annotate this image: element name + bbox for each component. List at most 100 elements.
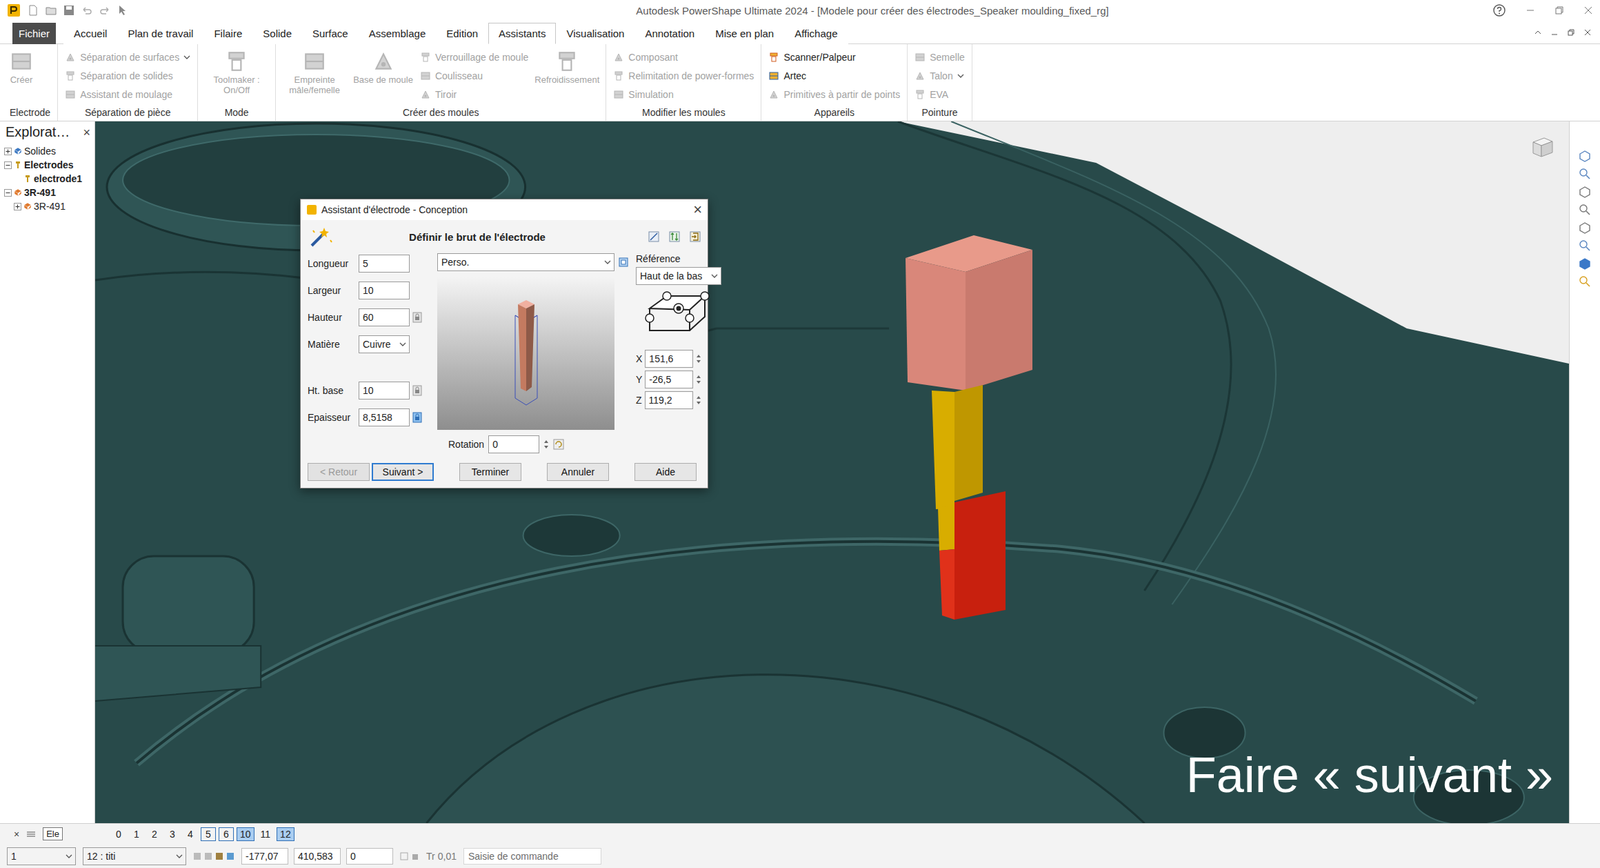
lock-icon[interactable] — [412, 384, 423, 396]
ribbon-tab[interactable]: Assistants — [488, 22, 556, 45]
ribbon-tab[interactable]: Filaire — [203, 22, 253, 45]
swap-arrows-icon[interactable] — [668, 231, 680, 243]
ribbon-button[interactable]: Relimitation de power-formes — [613, 66, 754, 85]
ribbon-button[interactable]: Composant — [613, 48, 754, 67]
dropdown-arrow-icon[interactable] — [65, 852, 73, 860]
ribbon-tab[interactable]: Annotation — [634, 22, 705, 45]
rotation-input[interactable]: 0 — [488, 435, 540, 454]
minimize-icon[interactable] — [1525, 5, 1536, 16]
spinner-icon[interactable] — [695, 351, 702, 366]
view-tool-icon[interactable] — [1577, 256, 1592, 271]
ribbon-tab[interactable]: Mise en plan — [704, 22, 785, 45]
dropdown-arrow-icon[interactable] — [175, 852, 183, 860]
dropdown-arrow-icon[interactable] — [711, 272, 718, 280]
view-cube-icon[interactable] — [1528, 133, 1557, 162]
view-tool-icon[interactable] — [1577, 274, 1592, 289]
ribbon-tab[interactable]: Edition — [435, 22, 489, 45]
dialog-close[interactable]: × — [693, 202, 703, 218]
reference-point-icon[interactable] — [635, 287, 712, 347]
ribbon-tab[interactable]: Solide — [252, 22, 303, 45]
ribbon-button[interactable]: Toolmaker : On/Off — [204, 48, 269, 96]
level-button[interactable]: 6 — [218, 826, 234, 841]
ribbon-tab[interactable]: Accueil — [63, 22, 118, 45]
view-tool-icon[interactable] — [1577, 238, 1592, 253]
ribbon-tab[interactable]: Plan de travail — [117, 22, 204, 45]
lock-icon[interactable] — [412, 311, 423, 323]
tree-item[interactable]: 3R-491 — [0, 185, 95, 200]
ribbon-button[interactable]: Scanner/Palpeur — [768, 48, 900, 67]
tree-item[interactable]: 3R-491 — [0, 199, 95, 214]
tree-item[interactable]: Solides — [0, 144, 95, 158]
ribbon-button[interactable]: Créer — [9, 48, 34, 86]
level-icon[interactable] — [26, 828, 36, 839]
lock-icon[interactable] — [412, 411, 423, 423]
field-input[interactable]: 8,5158 — [358, 408, 410, 427]
ribbon-button[interactable]: EVA — [914, 85, 965, 104]
dialog-button[interactable]: Terminer — [459, 462, 522, 481]
collapse-icon[interactable] — [4, 161, 12, 169]
doc-minimize-icon[interactable] — [1550, 28, 1559, 37]
dialog-button[interactable]: Suivant > — [371, 462, 434, 481]
ribbon-button[interactable]: Semelle — [914, 48, 965, 67]
new-file-icon[interactable] — [27, 4, 39, 16]
level-bar-close[interactable]: × — [13, 828, 20, 839]
level-select[interactable]: 1 — [6, 846, 76, 865]
collapse-icon[interactable] — [4, 188, 12, 197]
view-tool-icon[interactable] — [1577, 166, 1592, 181]
dropdown-arrow-icon[interactable] — [957, 72, 965, 80]
ribbon-button[interactable]: Primitives à partir de points — [768, 85, 900, 104]
ribbon-button[interactable]: Verrouillage de moule — [420, 48, 529, 67]
reference-select[interactable]: Haut de la bas — [635, 266, 722, 285]
level-button[interactable]: 12 — [276, 826, 295, 841]
ribbon-tab[interactable]: Affichage — [784, 22, 848, 45]
grid-icon[interactable] — [400, 851, 409, 860]
coordinate-input[interactable]: -26,5 — [644, 370, 694, 389]
status-tool-icon[interactable] — [204, 851, 213, 860]
file-tab[interactable]: Fichier — [12, 22, 56, 45]
ribbon-tab[interactable]: Surface — [302, 22, 359, 45]
tree-item[interactable]: Electrodes — [0, 157, 95, 172]
ribbon-button[interactable]: Base de moule — [353, 48, 414, 86]
app-logo-icon[interactable] — [6, 3, 21, 18]
status-tool-icon[interactable] — [193, 851, 202, 860]
ribbon-button[interactable]: Assistant de moulage — [64, 85, 191, 104]
expand-icon[interactable] — [13, 202, 22, 211]
electrode-model[interactable] — [902, 231, 1040, 632]
ribbon-tab[interactable]: Visualisation — [555, 22, 635, 45]
redo-icon[interactable] — [99, 4, 111, 16]
open-folder-icon[interactable] — [45, 4, 57, 16]
view-tool-icon[interactable] — [1577, 148, 1592, 163]
doc-restore-icon[interactable] — [1566, 28, 1576, 37]
coordinate-input[interactable]: 119,2 — [644, 391, 694, 409]
status-tool-icon[interactable] — [226, 851, 235, 860]
3d-viewport[interactable]: Faire « suivant »Assistant d'électrode -… — [95, 121, 1569, 823]
level-button[interactable]: 5 — [200, 826, 216, 841]
level-button[interactable]: 0 — [111, 826, 127, 841]
restore-icon[interactable] — [1554, 5, 1565, 16]
level-name-field[interactable]: Ele — [42, 826, 63, 840]
expand-icon[interactable] — [4, 147, 12, 156]
preset-select[interactable]: Perso. — [437, 253, 615, 272]
ribbon-button[interactable]: Coulisseau — [420, 66, 529, 85]
view-tool-icon[interactable] — [1577, 202, 1592, 217]
level-button[interactable]: 11 — [257, 826, 275, 841]
field-input[interactable]: 10 — [358, 281, 410, 300]
command-input[interactable]: Saisie de commande — [463, 847, 602, 865]
ribbon-button[interactable]: Simulation — [613, 85, 754, 104]
spinner-icon[interactable] — [695, 393, 702, 407]
doc-close-icon[interactable] — [1583, 28, 1592, 37]
status-tool-icon[interactable] — [215, 851, 224, 860]
ribbon-button[interactable]: Tiroir — [420, 85, 529, 104]
material-select[interactable]: Cuivre — [358, 335, 410, 354]
level-button[interactable]: 2 — [146, 826, 163, 841]
save-icon[interactable] — [63, 4, 75, 16]
trash-icon[interactable] — [411, 851, 420, 860]
field-input[interactable]: 60 — [358, 308, 410, 327]
dialog-button[interactable]: Aide — [634, 462, 697, 481]
field-input[interactable]: 5 — [358, 254, 410, 273]
ribbon-tab[interactable]: Assemblage — [358, 22, 437, 45]
ribbon-button[interactable]: Séparation de solides — [64, 66, 191, 85]
layer-select[interactable]: 12 : titi — [82, 846, 187, 865]
level-button[interactable]: 3 — [164, 826, 180, 841]
view-tool-icon[interactable] — [1577, 184, 1592, 199]
